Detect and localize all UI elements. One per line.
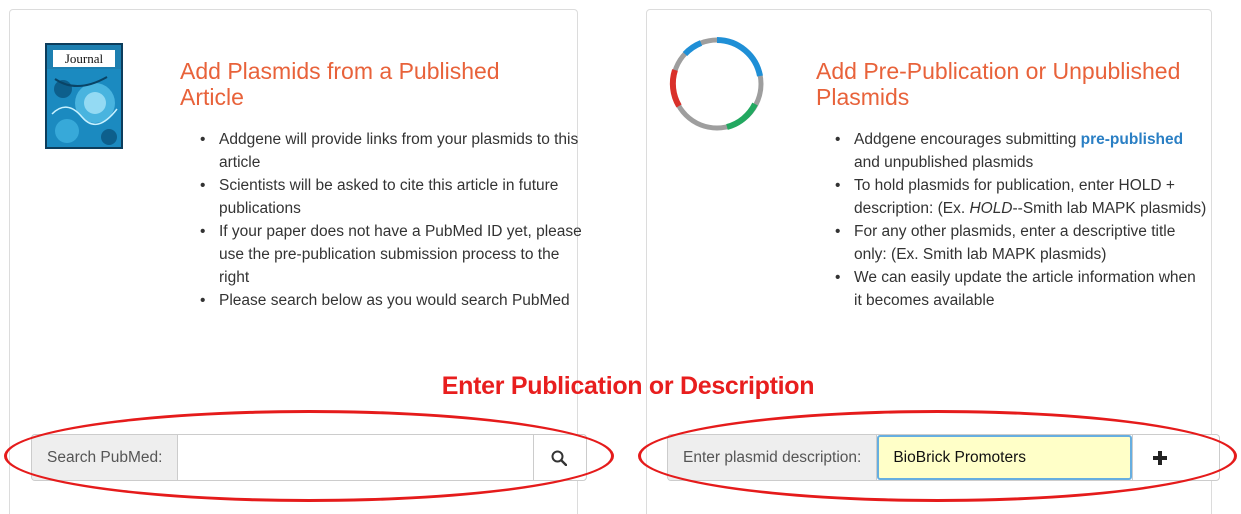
journal-cover-icon: Journal bbox=[45, 43, 123, 149]
list-item: • For any other plasmids, enter a descrip… bbox=[835, 223, 1176, 263]
list-item: • If your paper does not have a PubMed ID… bbox=[200, 223, 582, 286]
published-article-bullets: • Addgene will provide links from your pl… bbox=[200, 128, 590, 312]
unpublished-plasmids-title: Add Pre-Publication or Unpublished Plasm… bbox=[816, 58, 1181, 110]
list-item: • We can easily update the article inform… bbox=[835, 269, 1196, 309]
unpublished-plasmids-bullets: • Addgene encourages submitting pre-publi… bbox=[835, 128, 1207, 312]
journal-cover-art bbox=[47, 69, 121, 147]
list-item: • Addgene will provide links from your pl… bbox=[200, 131, 579, 171]
list-item: • Please search below as you would search… bbox=[200, 292, 570, 309]
plasmid-ring-icon bbox=[669, 37, 764, 131]
pre-published-link[interactable]: pre-published bbox=[1081, 131, 1183, 148]
annotation-oval-left bbox=[4, 410, 614, 502]
annotation-label: Enter Publication or Description bbox=[441, 372, 815, 400]
list-item: • Addgene encourages submitting pre-publi… bbox=[835, 131, 1184, 171]
journal-label: Journal bbox=[53, 50, 115, 67]
list-item: • To hold plasmids for publication, enter… bbox=[835, 177, 1207, 217]
annotation-oval-right bbox=[638, 410, 1237, 502]
published-article-title: Add Plasmids from a Published Article bbox=[180, 58, 500, 110]
list-item: • Scientists will be asked to cite this a… bbox=[200, 177, 559, 217]
